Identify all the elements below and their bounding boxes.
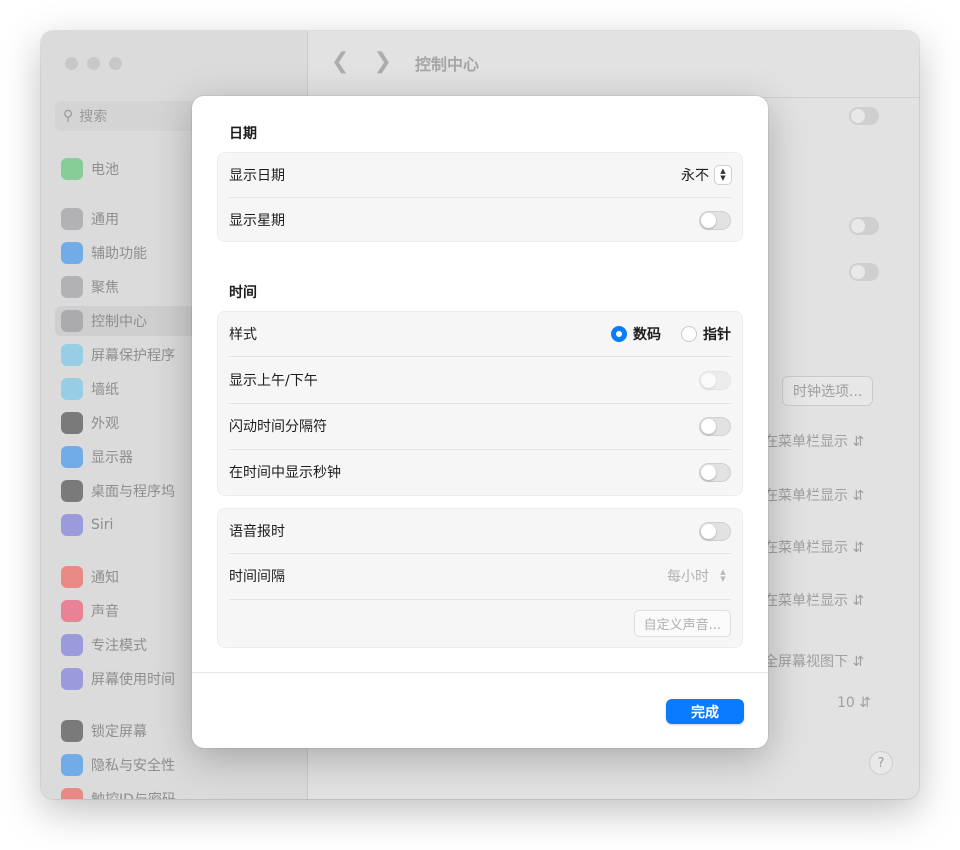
customize-voice-row: 自定义声音... bbox=[229, 600, 731, 646]
ampm-toggle[interactable] bbox=[699, 370, 731, 390]
clock-options-sheet: 日期 显示日期 永不 ▲ ▼ 显示星期 时间 样式 数码 指针 显示上午/下午 … bbox=[192, 96, 768, 748]
done-button[interactable]: 完成 bbox=[666, 699, 744, 724]
announce-label: 语音报时 bbox=[229, 524, 285, 540]
interval-label: 时间间隔 bbox=[229, 569, 285, 585]
ampm-row: 显示上午/下午 bbox=[229, 357, 731, 403]
show-weekday-toggle[interactable] bbox=[699, 210, 731, 230]
radio-unselected-icon bbox=[681, 326, 697, 342]
date-section-title: 日期 bbox=[229, 126, 257, 142]
date-group: 显示日期 永不 ▲ ▼ 显示星期 bbox=[217, 152, 743, 242]
style-digital-radio[interactable]: 数码 bbox=[611, 324, 661, 344]
show-date-label: 显示日期 bbox=[229, 168, 285, 184]
show-weekday-row: 显示星期 bbox=[229, 197, 731, 243]
ampm-label: 显示上午/下午 bbox=[229, 373, 318, 389]
style-analog-radio[interactable]: 指针 bbox=[681, 324, 731, 344]
show-seconds-row: 在时间中显示秒钟 bbox=[229, 449, 731, 495]
announce-group: 语音报时 时间间隔 每小时 ▲ ▼ 自定义声音... bbox=[217, 508, 743, 648]
flash-separators-label: 闪动时间分隔符 bbox=[229, 419, 327, 435]
chevron-up-down-icon: ▲ ▼ bbox=[720, 568, 726, 583]
style-row: 样式 数码 指针 bbox=[229, 311, 731, 357]
style-label: 样式 bbox=[229, 327, 257, 343]
interval-row: 时间间隔 每小时 ▲ ▼ bbox=[229, 553, 731, 599]
style-radio-group: 数码 指针 bbox=[611, 324, 731, 344]
interval-value: 每小时 bbox=[667, 569, 709, 585]
flash-separators-row: 闪动时间分隔符 bbox=[229, 403, 731, 449]
customize-voice-button[interactable]: 自定义声音... bbox=[633, 609, 731, 637]
flash-separators-toggle[interactable] bbox=[699, 416, 731, 436]
footer-divider bbox=[192, 672, 768, 673]
time-group: 样式 数码 指针 显示上午/下午 闪动时间分隔符 在时间中显示秒钟 bbox=[217, 311, 743, 496]
announce-row: 语音报时 bbox=[229, 508, 731, 554]
announce-toggle[interactable] bbox=[699, 521, 731, 541]
show-seconds-toggle[interactable] bbox=[699, 462, 731, 482]
show-date-row: 显示日期 永不 ▲ ▼ bbox=[229, 152, 731, 198]
style-analog-label: 指针 bbox=[703, 327, 731, 343]
show-date-popup[interactable]: 永不 ▲ ▼ bbox=[681, 165, 731, 185]
show-weekday-label: 显示星期 bbox=[229, 213, 285, 229]
interval-popup[interactable]: 每小时 ▲ ▼ bbox=[667, 566, 731, 586]
time-section-title: 时间 bbox=[229, 285, 257, 301]
radio-selected-icon bbox=[611, 326, 627, 342]
show-seconds-label: 在时间中显示秒钟 bbox=[229, 465, 341, 481]
chevron-up-down-icon: ▲ ▼ bbox=[715, 166, 731, 184]
style-digital-label: 数码 bbox=[633, 327, 661, 343]
show-date-value: 永不 bbox=[681, 168, 709, 184]
